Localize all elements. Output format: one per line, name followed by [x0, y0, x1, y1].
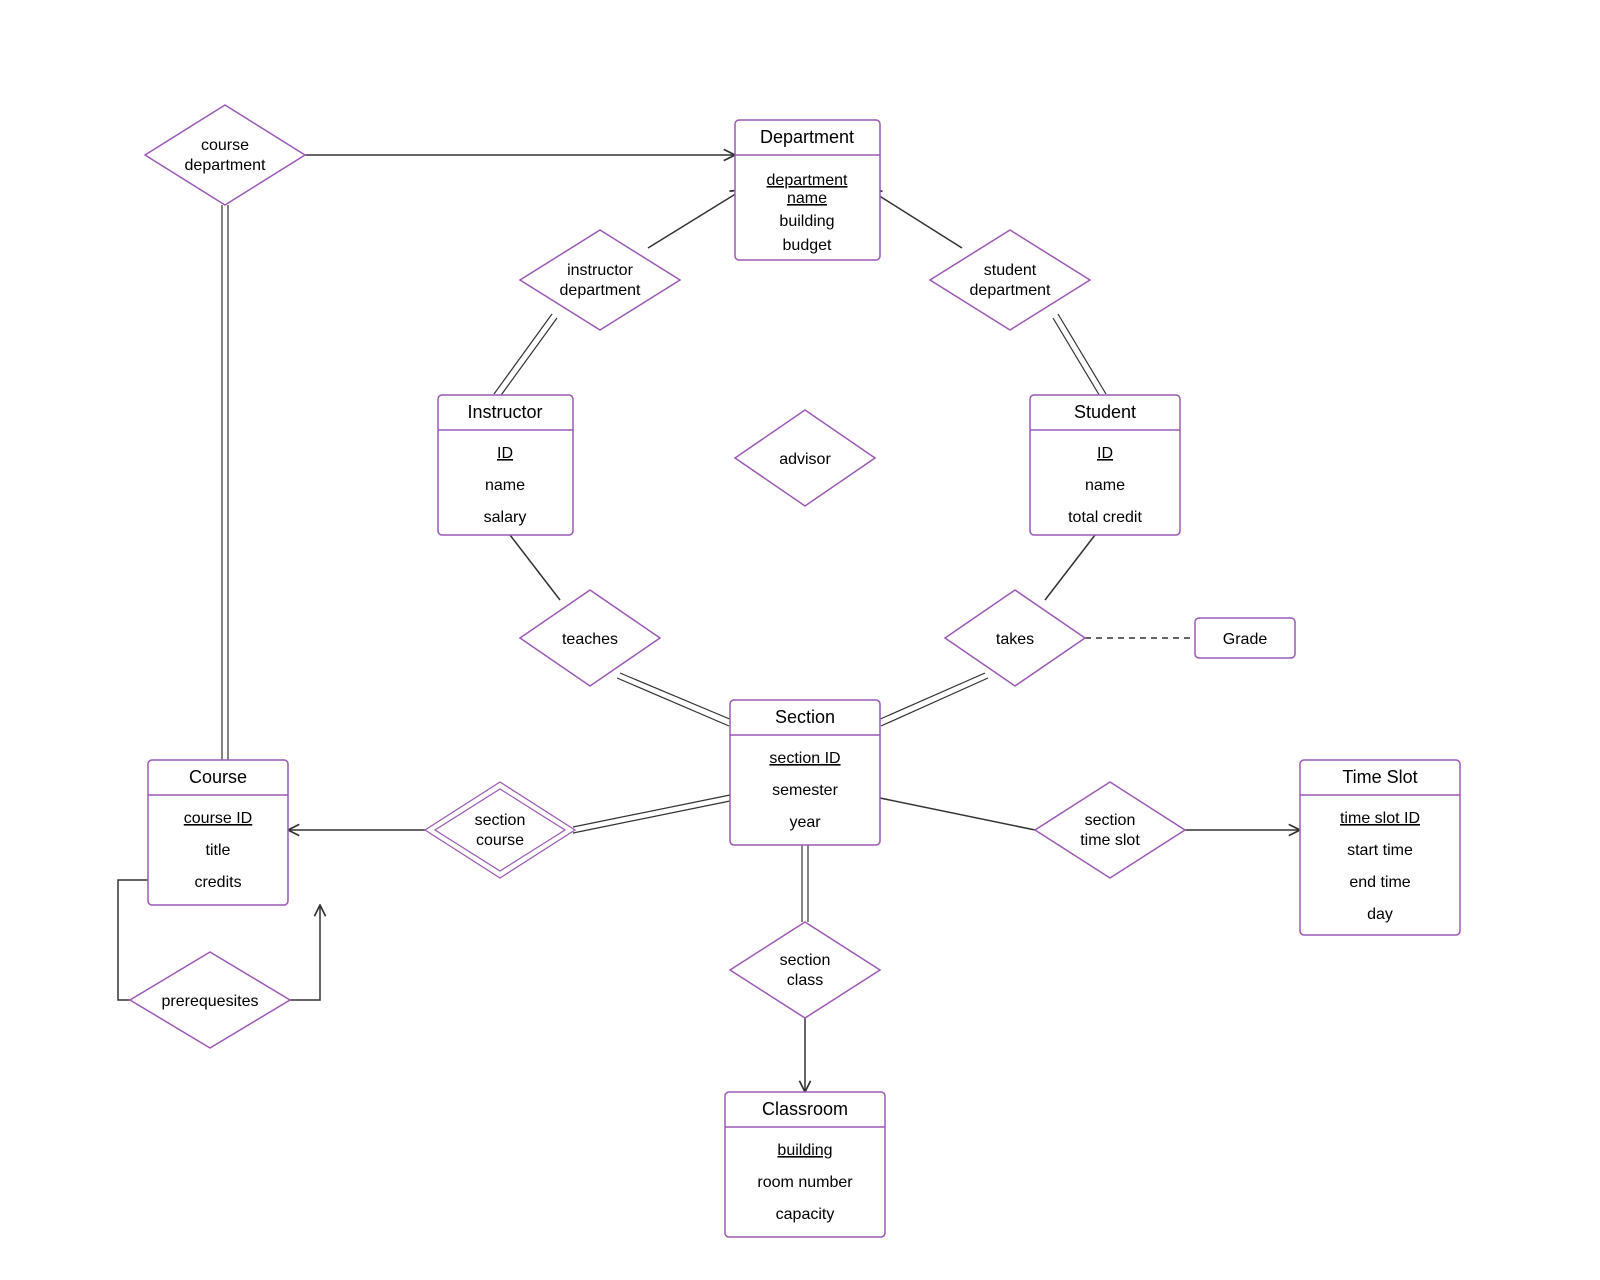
entity-timeslot-attr-1: start time	[1347, 842, 1413, 859]
edge-teaches-to-section-b	[617, 678, 729, 726]
entity-timeslot-title: Time Slot	[1342, 767, 1417, 787]
entity-student-attr-0: ID	[1097, 445, 1113, 462]
edge-prereq-left	[118, 880, 148, 1000]
svg-text:section: section	[780, 952, 831, 969]
svg-text:prerequesites: prerequesites	[162, 993, 259, 1010]
svg-text:class: class	[787, 972, 823, 989]
entity-student-attr-1: name	[1085, 477, 1125, 494]
entity-course-title: Course	[189, 767, 247, 787]
edge-section-course-to-section-a	[573, 795, 730, 827]
rel-course-department: course department	[145, 105, 305, 205]
svg-text:Grade: Grade	[1223, 631, 1268, 648]
entity-section-attr-2: year	[789, 814, 821, 831]
entity-section-attr-1: semester	[772, 782, 838, 799]
svg-text:takes: takes	[996, 631, 1034, 648]
entity-instructor-title: Instructor	[467, 402, 542, 422]
entity-section-attr-0: section ID	[769, 750, 840, 767]
svg-text:department: department	[560, 282, 641, 299]
entity-department-attr-2: budget	[783, 237, 832, 254]
entity-timeslot-attr-0: time slot ID	[1340, 810, 1420, 827]
entity-instructor-attr-2: salary	[484, 509, 527, 526]
rel-student-department: student department	[930, 230, 1090, 330]
rel-prerequisites: prerequesites	[130, 952, 290, 1048]
assoc-grade: Grade	[1195, 618, 1295, 658]
svg-text:instructor: instructor	[567, 262, 633, 279]
svg-text:section: section	[475, 812, 526, 829]
entity-department: Department departmentname building budge…	[735, 120, 880, 260]
svg-text:department: department	[185, 157, 266, 174]
entity-classroom-attr-1: room number	[757, 1174, 853, 1191]
edge-takes-to-student	[1045, 535, 1095, 600]
rel-advisor: advisor	[735, 410, 875, 506]
entity-department-attr-1: building	[779, 213, 834, 230]
entity-instructor-attr-0: ID	[497, 445, 513, 462]
rel-section-time-slot: section time slot	[1035, 782, 1185, 878]
entity-course-attr-2: credits	[194, 874, 241, 891]
rel-section-class: section class	[730, 922, 880, 1018]
entity-instructor: Instructor ID name salary	[438, 395, 573, 535]
rel-section-course: section course	[425, 782, 575, 878]
entity-classroom-attr-2: capacity	[776, 1206, 835, 1223]
svg-text:student: student	[984, 262, 1037, 279]
edge-section-timeslot-to-section	[880, 798, 1035, 830]
edge-student-department-to-student-a	[1058, 314, 1106, 394]
edge-takes-to-section-a	[878, 673, 985, 720]
entity-classroom-attr-0: building	[777, 1142, 832, 1159]
entity-student-attr-2: total credit	[1068, 509, 1142, 526]
edge-student-department-to-department	[870, 190, 962, 248]
entity-course-attr-0: course ID	[184, 810, 252, 827]
entity-student-title: Student	[1074, 402, 1136, 422]
entity-timeslot-attr-3: day	[1367, 906, 1393, 923]
entity-course-attr-1: title	[206, 842, 231, 859]
svg-text:department: department	[970, 282, 1051, 299]
svg-text:course: course	[476, 832, 524, 849]
entity-timeslot: Time Slot time slot ID start time end ti…	[1300, 760, 1460, 935]
rel-instructor-department: instructor department	[520, 230, 680, 330]
svg-text:teaches: teaches	[562, 631, 618, 648]
entity-section-title: Section	[775, 707, 835, 727]
edge-section-course-to-section-b	[573, 801, 730, 833]
edge-prereq-right	[290, 905, 320, 1000]
entity-student: Student ID name total credit	[1030, 395, 1180, 535]
edge-instructor-department-to-instructor-a	[494, 314, 552, 394]
rel-takes: takes	[945, 590, 1085, 686]
entity-timeslot-attr-2: end time	[1349, 874, 1410, 891]
entity-classroom-title: Classroom	[762, 1099, 848, 1119]
svg-text:course: course	[201, 137, 249, 154]
svg-text:section: section	[1085, 812, 1136, 829]
entity-instructor-attr-1: name	[485, 477, 525, 494]
edge-instructor-department-to-instructor-b	[499, 318, 557, 398]
svg-text:time slot: time slot	[1080, 832, 1140, 849]
entity-course: Course course ID title credits	[148, 760, 288, 905]
svg-text:advisor: advisor	[779, 451, 831, 468]
edge-teaches-to-instructor	[510, 535, 560, 600]
rel-teaches: teaches	[520, 590, 660, 686]
edge-teaches-to-section-a	[620, 673, 732, 720]
edge-instructor-department-to-department	[648, 190, 742, 248]
edge-student-department-to-student-b	[1053, 318, 1101, 398]
entity-classroom: Classroom building room number capacity	[725, 1092, 885, 1237]
entity-department-title: Department	[760, 127, 854, 147]
edge-takes-to-section-b	[881, 678, 988, 726]
entity-section: Section section ID semester year	[730, 700, 880, 845]
